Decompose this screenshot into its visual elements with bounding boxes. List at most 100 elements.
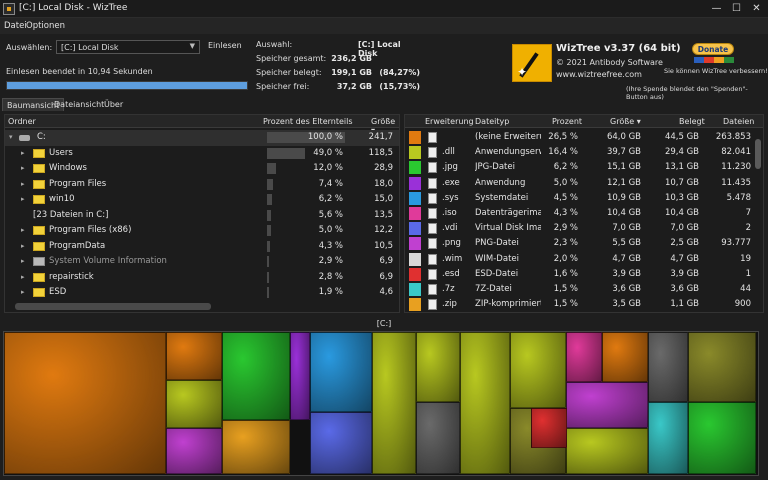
treemap-block[interactable]	[688, 332, 756, 402]
treemap-block[interactable]	[531, 408, 567, 448]
tree-row[interactable]: ▸ ESD 1,9 % 4,6	[5, 285, 399, 301]
brand-hint: (Ihre Spende blendet den "Spenden"-Butto…	[626, 85, 748, 101]
treemap[interactable]	[3, 331, 759, 476]
horizontal-scrollbar[interactable]	[15, 303, 211, 310]
tree-row-name: Program Files	[49, 178, 107, 189]
folder-icon	[33, 148, 45, 158]
col-allocated[interactable]: Belegt	[679, 117, 705, 126]
chevron-right-icon[interactable]: ▸	[21, 226, 25, 234]
tree-row[interactable]: ▸ Windows 12,0 % 28,9	[5, 161, 399, 177]
ext-size: 12,1 GB	[606, 177, 641, 188]
chevron-right-icon[interactable]: ▸	[21, 180, 25, 188]
tree-row-percent: 2,9 %	[318, 256, 343, 266]
ext-row[interactable]: .7z 7Z-Datei 1,5 % 3,6 GB 3,6 GB 44	[405, 282, 763, 298]
chevron-right-icon[interactable]: ▸	[21, 242, 25, 250]
treemap-block[interactable]	[290, 332, 310, 420]
chevron-right-icon[interactable]: ▸	[21, 164, 25, 172]
treemap-block[interactable]	[648, 332, 688, 402]
tree-row[interactable]: ▸ repairstick 2,8 % 6,9	[5, 270, 399, 286]
maximize-icon[interactable]: ☐	[730, 2, 743, 15]
treemap-block[interactable]	[166, 380, 222, 428]
ext-row[interactable]: .vdi Virtual Disk Image 2,9 % 7,0 GB 7,0 GB 2	[405, 221, 763, 237]
wiztree-logo: ✦	[512, 44, 552, 82]
treemap-block[interactable]	[602, 332, 648, 382]
folder-icon	[33, 241, 45, 251]
ext-row[interactable]: .exe Anwendung 5,0 % 12,1 GB 10,7 GB 11.435	[405, 176, 763, 192]
tree-row[interactable]: [23 Dateien in C:] 5,6 % 13,5	[5, 208, 399, 224]
col-extension[interactable]: Erweiterung	[425, 117, 474, 126]
treemap-block[interactable]	[510, 332, 566, 408]
tree-row-percent: 1,9 %	[318, 287, 343, 297]
ext-row[interactable]: .sys Systemdatei 4,5 % 10,9 GB 10,3 GB 5.478	[405, 191, 763, 207]
donate-button[interactable]: Donate	[692, 43, 734, 55]
tree-row[interactable]: ▸ Program Files (x86) 5,0 % 12,2	[5, 223, 399, 239]
treemap-block[interactable]	[688, 402, 756, 474]
vertical-scrollbar[interactable]	[755, 139, 761, 169]
ext-row[interactable]: .png PNG-Datei 2,3 % 5,5 GB 2,5 GB 93.777	[405, 236, 763, 252]
file-type-icon	[428, 177, 437, 189]
tree-row[interactable]: ▸ System Volume Information 2,9 % 6,9	[5, 254, 399, 270]
brand-support: Sie können WizTree verbessern!	[664, 67, 768, 75]
treemap-block[interactable]	[166, 428, 222, 474]
ext-row[interactable]: .iso Datenträgerimage 4,3 % 10,4 GB 10,4 GB 7	[405, 206, 763, 222]
scan-button[interactable]: Einlesen	[208, 41, 242, 50]
tree-row[interactable]: ▸ Users 49,0 % 118,5	[5, 146, 399, 162]
chevron-down-icon[interactable]: ▾	[9, 133, 13, 141]
minimize-icon[interactable]: —	[710, 2, 723, 15]
treemap-block[interactable]	[648, 402, 688, 474]
col-ext-size[interactable]: Größe ▾	[610, 117, 641, 126]
menu-options[interactable]: Optionen	[26, 21, 65, 31]
ext-files: 93.777	[721, 238, 751, 249]
ext-name: .vdi	[442, 223, 458, 234]
tree-row-name: [23 Dateien in C:]	[33, 209, 109, 220]
treemap-block[interactable]	[566, 332, 602, 382]
treemap-block[interactable]	[166, 332, 222, 380]
ext-allocated: 3,6 GB	[670, 284, 699, 294]
treemap-block[interactable]	[416, 402, 460, 474]
col-ext-percent[interactable]: Prozent	[552, 117, 582, 126]
color-swatch	[409, 222, 421, 236]
drive-select-value: [C:] Local Disk	[61, 43, 119, 52]
treemap-block[interactable]	[222, 332, 290, 420]
treemap-block[interactable]	[460, 332, 510, 474]
ext-row[interactable]: .dll Anwendungserweit 16,4 % 39,7 GB 29,4 GB…	[405, 145, 763, 161]
chevron-right-icon[interactable]: ▸	[21, 257, 25, 265]
ext-row[interactable]: .jpg JPG-Datei 6,2 % 15,1 GB 13,1 GB 11.230	[405, 160, 763, 176]
chevron-right-icon[interactable]: ▸	[21, 288, 25, 296]
chevron-right-icon[interactable]: ▸	[21, 273, 25, 281]
tree-row[interactable]: ▾ C: 100,0 % 241,7	[5, 130, 399, 146]
select-label: Auswählen:	[6, 43, 53, 52]
treemap-block[interactable]	[310, 332, 372, 412]
chevron-right-icon[interactable]: ▸	[21, 149, 25, 157]
ext-row[interactable]: .esd ESD-Datei 1,6 % 3,9 GB 3,9 GB 1	[405, 267, 763, 283]
treemap-block[interactable]	[310, 412, 372, 474]
treemap-block[interactable]	[4, 332, 166, 474]
treemap-block[interactable]	[372, 332, 416, 474]
tree-row[interactable]: ▸ ProgramData 4,3 % 10,5	[5, 239, 399, 255]
brand-url[interactable]: www.wiztreefree.com	[556, 70, 642, 79]
ext-header: Erweiterung Dateityp Prozent Größe ▾ Bel…	[405, 115, 763, 128]
treemap-block[interactable]	[416, 332, 460, 402]
menu-file[interactable]: Datei	[4, 21, 27, 31]
col-files[interactable]: Dateien	[723, 117, 754, 126]
ext-size: 64,0 GB	[606, 132, 641, 142]
tree-row[interactable]: ▸ win10 6,2 % 15,0	[5, 192, 399, 208]
ext-row[interactable]: (keine Erweiterung) 26,5 % 64,0 GB 44,5 GB 2…	[405, 130, 763, 146]
tree-row-percent: 100,0 %	[307, 132, 343, 142]
treemap-block[interactable]	[222, 420, 290, 474]
ext-row[interactable]: .zip ZIP-komprimierter 1,5 % 3,5 GB 1,1 GB 90…	[405, 297, 763, 312]
col-folder[interactable]: Ordner	[8, 117, 36, 126]
ext-row[interactable]: .wim WIM-Datei 2,0 % 4,7 GB 4,7 GB 19	[405, 252, 763, 268]
col-filetype[interactable]: Dateityp	[475, 117, 509, 126]
col-percent[interactable]: Prozent des Elternteils	[263, 117, 353, 126]
drive-select[interactable]: [C:] Local Disk ▼	[56, 40, 200, 54]
tree-row-name: C:	[37, 132, 46, 142]
ext-name: .wim	[442, 253, 463, 264]
chevron-right-icon[interactable]: ▸	[21, 195, 25, 203]
tab-about[interactable]: Über	[100, 98, 127, 111]
treemap-block[interactable]	[566, 382, 648, 428]
close-icon[interactable]: ✕	[750, 2, 763, 15]
treemap-block[interactable]	[566, 428, 648, 474]
ext-type: Anwendungserweit	[475, 147, 541, 158]
tree-row[interactable]: ▸ Program Files 7,4 % 18,0	[5, 177, 399, 193]
